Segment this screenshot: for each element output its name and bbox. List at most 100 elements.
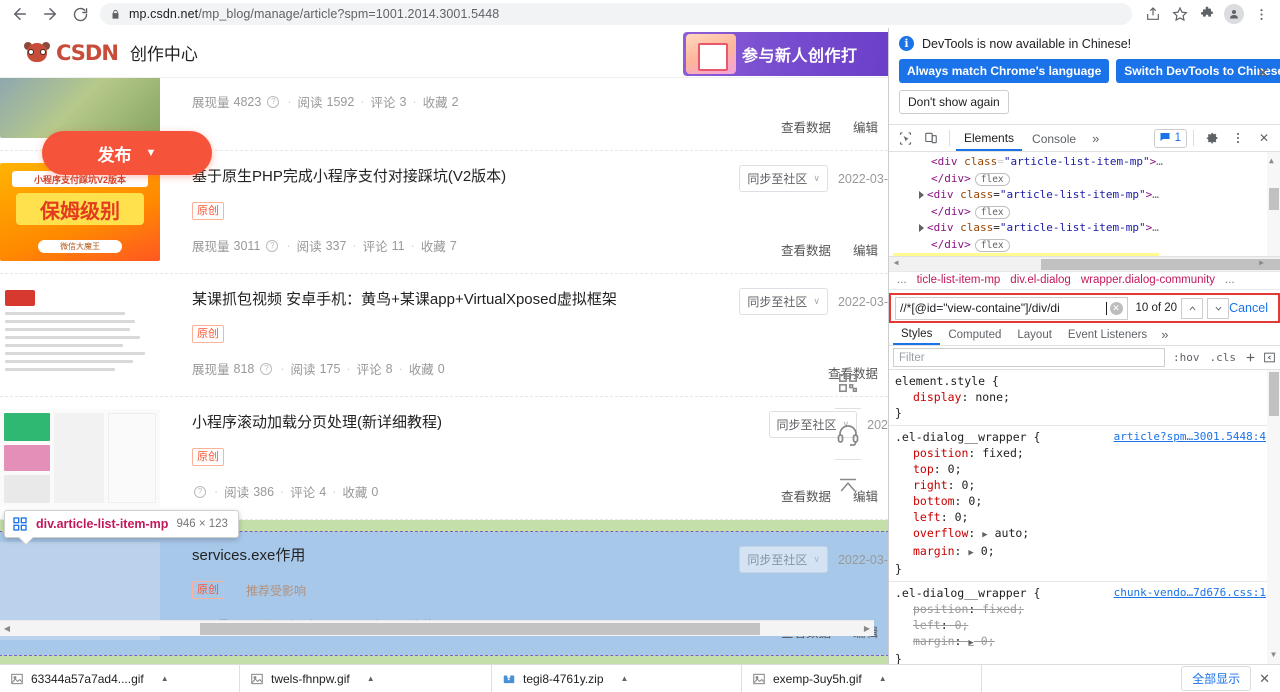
dom-line[interactable]: </div> flex [889,171,1280,188]
css-declaration[interactable]: left: 0; [895,509,1274,525]
css-declaration-overridden[interactable]: margin: ▶ 0; [895,633,1274,651]
show-all-downloads-button[interactable]: 全部显示 [1181,666,1252,691]
scroll-left-arrow-icon[interactable]: ◀ [889,255,903,270]
table-row[interactable]: 小程序滚动加载分页处理(新详细教程) 原创 ? · 阅读 386 · 评论 4 … [0,397,888,520]
search-cancel-button[interactable]: Cancel [1229,301,1268,315]
page-horizontal-scrollbar[interactable]: ◀ ▶ [0,620,874,636]
scroll-right-arrow-icon[interactable]: ▶ [1259,255,1264,270]
breadcrumb-item-0[interactable]: ticle-list-item-mp [917,274,1001,286]
toggle-sidebar-icon[interactable] [1263,351,1276,364]
styles-rules-pane[interactable]: element.style { display: none; } .el-dia… [889,370,1280,664]
sync-to-community-select[interactable]: 同步至社区 ∨ [739,165,828,192]
close-icon[interactable]: ✕ [1252,126,1276,150]
profile-avatar-icon[interactable] [1221,1,1247,27]
search-next-button[interactable] [1207,297,1230,319]
qr-code-icon[interactable] [826,358,870,408]
cls-button[interactable]: .cls [1208,351,1239,364]
issues-counter[interactable]: 1 [1153,128,1187,148]
css-source-link[interactable]: article?spm…3001.5448:4 [1114,429,1266,445]
edit-link[interactable]: 编辑 [853,117,878,136]
css-source-link[interactable]: chunk-vendo…7d676.css:1 [1114,585,1266,601]
help-icon[interactable]: ? [267,95,280,108]
forward-button[interactable] [36,0,64,28]
vertical-scroll-thumb[interactable] [1269,372,1279,417]
styles-filter-input[interactable]: Filter [893,348,1165,368]
headset-icon[interactable] [826,409,870,459]
download-menu-caret-icon[interactable]: ▲ [367,674,375,683]
dom-line[interactable]: <div class="article-list-item-mp">… [889,187,1280,204]
three-dot-menu-icon[interactable] [1248,1,1274,27]
scroll-right-arrow-icon[interactable]: ▶ [860,624,874,633]
css-declaration[interactable]: margin: ▶ 0; [895,543,1274,561]
help-icon[interactable]: ? [194,485,206,498]
css-rule[interactable]: .el-dialog__wrapper { chunk-vendo…7d676.… [889,582,1280,664]
css-declaration[interactable]: bottom: 0; [895,493,1274,509]
table-row[interactable]: 某课抓包视频 安卓手机：黄鸟+某课app+VirtualXposed虚拟框架 原… [0,274,888,397]
download-menu-caret-icon[interactable]: ▲ [879,674,887,683]
address-bar[interactable]: mp.csdn.net/mp_blog/manage/article?spm=1… [100,3,1132,25]
help-icon[interactable]: ? [260,362,273,375]
css-declaration[interactable]: overflow: ▶ auto; [895,525,1274,543]
back-button[interactable] [6,0,34,28]
device-toolbar-icon[interactable] [919,126,943,150]
dom-line[interactable]: </div> flex [889,204,1280,221]
search-prev-button[interactable] [1181,297,1204,319]
download-item[interactable]: exemp-3uy5h.gif ▲ [742,664,982,692]
dont-show-again-button[interactable]: Don't show again [899,90,1009,114]
back-to-top-icon[interactable] [826,460,870,510]
tab-styles[interactable]: Styles [893,324,941,345]
share-icon[interactable] [1140,1,1166,27]
dom-tree[interactable]: <div class="article-list-item-mp">… </di… [889,152,1280,271]
sync-to-community-select[interactable]: 同步至社区 ∨ [739,288,828,315]
download-menu-caret-icon[interactable]: ▲ [621,674,629,683]
vertical-scroll-thumb[interactable] [1269,188,1279,210]
publish-button[interactable]: 发布 ▼ [42,131,212,175]
download-item[interactable]: 63344a57a7ad4....gif ▲ [0,664,240,692]
expand-triangle-icon[interactable] [919,224,924,232]
star-icon[interactable] [1167,1,1193,27]
breadcrumb-item-1[interactable]: div.el-dialog [1010,274,1071,286]
download-menu-caret-icon[interactable]: ▲ [161,674,169,683]
horizontal-scroll-thumb[interactable] [200,623,760,635]
gear-icon[interactable] [1200,126,1224,150]
css-declaration-overridden[interactable]: left: 0; [895,617,1274,633]
dom-horizontal-scrollbar[interactable]: ◀ ▶ [889,255,1280,271]
css-declaration[interactable]: display: none; [895,389,1274,405]
css-rule[interactable]: .el-dialog__wrapper { article?spm…3001.5… [889,426,1280,583]
chevron-double-right-icon[interactable]: » [1086,131,1105,146]
puzzle-icon[interactable] [1194,1,1220,27]
flex-badge[interactable]: flex [974,238,1010,252]
csdn-logo[interactable]: CSDN [24,41,119,65]
close-icon[interactable]: ✕ [1257,671,1280,687]
breadcrumb-item-2[interactable]: wrapper.dialog-community [1081,274,1215,286]
inspect-element-icon[interactable] [893,126,917,150]
help-icon[interactable]: ? [266,239,279,252]
download-item[interactable]: twels-fhnpw.gif ▲ [240,664,492,692]
css-selector[interactable]: element.style { [895,373,1274,389]
promo-banner[interactable]: 参与新人创作打 [683,32,888,76]
css-rule[interactable]: element.style { display: none; } [889,370,1280,427]
scroll-left-arrow-icon[interactable]: ◀ [0,624,14,633]
flex-badge[interactable]: flex [974,205,1010,219]
table-row-highlighted[interactable]: services.exe作用 原创 推荐受影响 展现量 195 ? · 阅读 1… [0,531,888,656]
three-dot-menu-icon[interactable] [1226,126,1250,150]
expand-triangle-icon[interactable] [919,191,924,199]
tab-computed[interactable]: Computed [940,325,1009,344]
view-data-link[interactable]: 查看数据 [781,486,831,505]
always-match-language-button[interactable]: Always match Chrome's language [899,59,1110,83]
dom-line[interactable]: </div> flex [889,237,1280,254]
chevron-double-right-icon[interactable]: » [1155,327,1174,342]
tab-elements[interactable]: Elements [956,126,1023,151]
sync-to-community-select[interactable]: 同步至社区 ∨ [739,546,828,573]
tab-event-listeners[interactable]: Event Listeners [1060,325,1155,344]
view-data-link[interactable]: 查看数据 [781,240,831,259]
scroll-down-arrow-icon[interactable]: ▼ [1269,647,1278,663]
css-declaration[interactable]: right: 0; [895,477,1274,493]
search-input[interactable]: //*[@id="view-containe"]/div/di ✕ [895,296,1128,320]
css-declaration[interactable]: top: 0; [895,461,1274,477]
dom-line[interactable]: <div class="article-list-item-mp">… [889,154,1280,171]
reload-button[interactable] [66,0,94,28]
plus-icon[interactable] [1244,351,1257,364]
css-declaration[interactable]: position: fixed; [895,445,1274,461]
close-icon[interactable]: ✕ [1254,64,1272,82]
